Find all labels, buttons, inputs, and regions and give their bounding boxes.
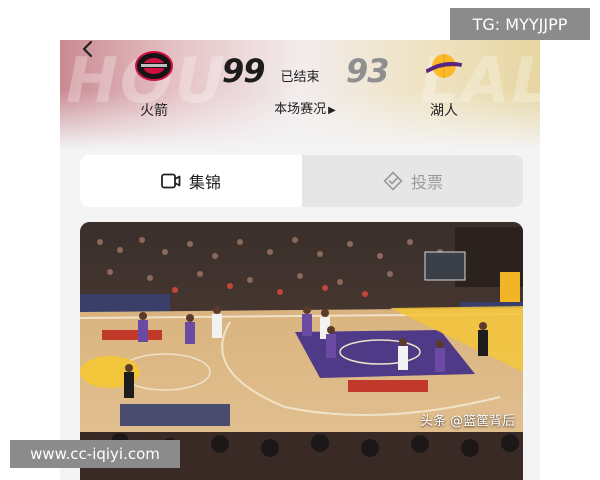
- tg-overlay-label: TG: MYYJJPP: [450, 8, 590, 40]
- home-team-name: 火箭: [140, 103, 168, 119]
- vote-icon: [383, 171, 403, 191]
- home-score: 99: [222, 52, 266, 90]
- app-screen: HOU LAL 火箭 99 已结束 本场赛况 ▶ 93 湖人 集锦 投票 头条 …: [60, 40, 540, 480]
- away-score: 93: [346, 52, 390, 90]
- home-team[interactable]: 火箭: [114, 50, 194, 120]
- play-arrow-icon: ▶: [328, 105, 336, 116]
- game-detail-link[interactable]: 本场赛况 ▶: [265, 98, 345, 117]
- away-team-name: 湖人: [430, 103, 458, 119]
- away-team[interactable]: 湖人: [404, 50, 484, 120]
- rockets-logo-icon: [134, 50, 174, 82]
- game-detail-label: 本场赛况: [274, 102, 327, 117]
- tab-highlights[interactable]: 集锦: [80, 155, 302, 207]
- chevron-left-icon: [82, 40, 93, 58]
- tab-vote-label: 投票: [410, 173, 443, 192]
- lakers-logo-icon: [424, 50, 464, 82]
- url-overlay-label: www.cc-iqiyi.com: [10, 440, 180, 468]
- game-status: 已结束: [280, 70, 320, 85]
- video-watermark: 头条 @篮筐背后: [420, 414, 516, 429]
- back-button[interactable]: [78, 40, 98, 60]
- tab-highlights-label: 集锦: [188, 173, 221, 192]
- content-tabs: 集锦 投票: [80, 155, 523, 207]
- video-icon: [161, 173, 181, 189]
- tab-vote[interactable]: 投票: [302, 155, 523, 207]
